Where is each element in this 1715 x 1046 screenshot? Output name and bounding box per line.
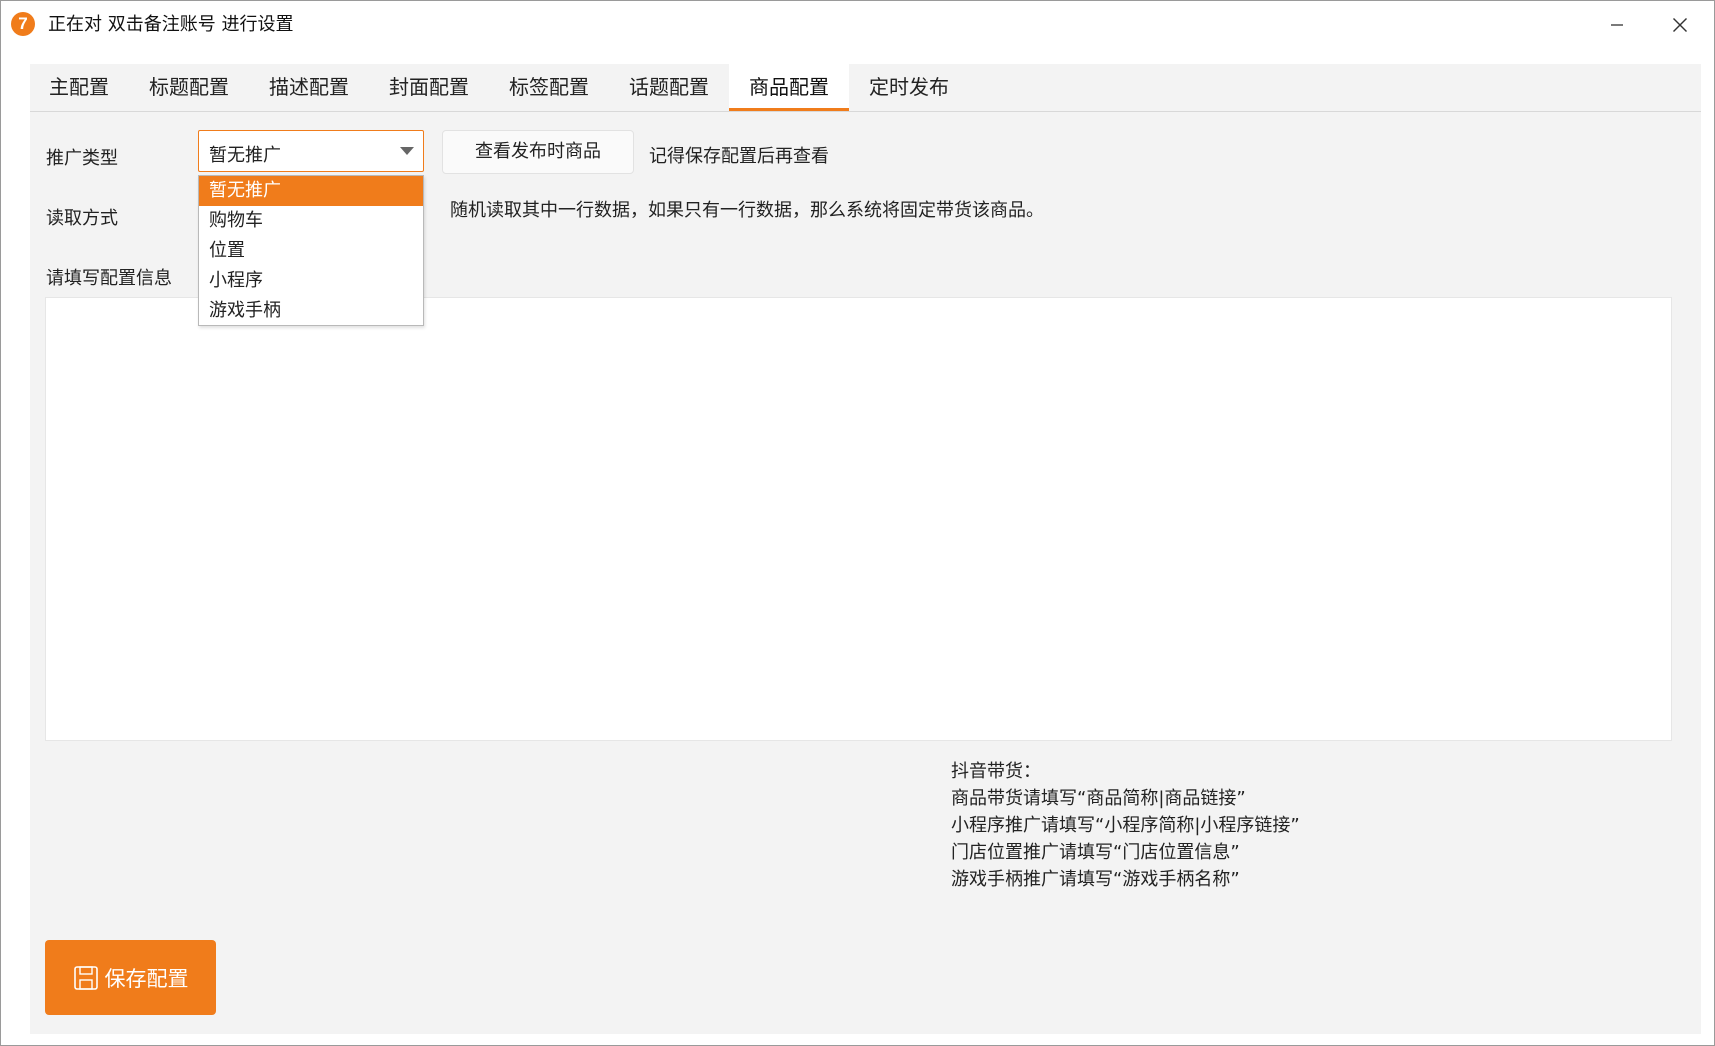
dropdown-option-gamepad[interactable]: 游戏手柄 <box>199 296 423 326</box>
tab-product-config[interactable]: 商品配置 <box>729 64 849 111</box>
save-config-label: 保存配置 <box>104 966 189 991</box>
close-button[interactable] <box>1657 8 1703 42</box>
dropdown-option-none[interactable]: 暂无推广 <box>199 176 423 206</box>
view-note: 记得保存配置后再查看 <box>649 146 829 167</box>
hint-line: 游戏手柄推广请填写“游戏手柄名称” <box>951 869 1240 890</box>
dropdown-option-location[interactable]: 位置 <box>199 236 423 266</box>
tab-cover-config[interactable]: 封面配置 <box>369 64 489 110</box>
config-info-label: 请填写配置信息 <box>46 268 172 289</box>
read-mode-label: 读取方式 <box>46 208 118 229</box>
tab-title-config[interactable]: 标题配置 <box>129 64 249 110</box>
tab-scheduled-publish[interactable]: 定时发布 <box>849 64 969 110</box>
minimize-icon <box>1611 24 1623 26</box>
window-title: 正在对 双击备注账号 进行设置 <box>48 14 294 35</box>
tab-description-config[interactable]: 描述配置 <box>249 64 369 110</box>
hint-text-block: 抖音带货： 商品带货请填写“商品简称|商品链接” 小程序推广请填写“小程序简称|… <box>951 758 1300 893</box>
hint-line: 抖音带货： <box>951 761 1041 782</box>
dropdown-option-cart[interactable]: 购物车 <box>199 206 423 236</box>
hint-line: 门店位置推广请填写“门店位置信息” <box>951 842 1240 863</box>
title-bar: 7 正在对 双击备注账号 进行设置 <box>0 0 1715 50</box>
dropdown-option-mini-program[interactable]: 小程序 <box>199 266 423 296</box>
tab-bar: 主配置 标题配置 描述配置 封面配置 标签配置 话题配置 商品配置 定时发布 <box>30 64 1701 112</box>
chevron-down-icon <box>400 147 414 155</box>
promo-type-label: 推广类型 <box>46 148 118 169</box>
hint-line: 商品带货请填写“商品简称|商品链接” <box>951 788 1246 809</box>
app-logo-icon: 7 <box>11 12 35 36</box>
close-icon <box>1673 18 1687 32</box>
minimize-button[interactable] <box>1594 8 1640 42</box>
promo-type-select[interactable]: 暂无推广 <box>198 130 424 172</box>
promo-type-dropdown: 暂无推广 购物车 位置 小程序 游戏手柄 <box>198 175 424 326</box>
hint-line: 小程序推广请填写“小程序简称|小程序链接” <box>951 815 1300 836</box>
promo-type-value: 暂无推广 <box>209 145 281 166</box>
view-publish-product-button[interactable]: 查看发布时商品 <box>442 130 634 174</box>
save-icon <box>73 965 98 990</box>
save-config-button[interactable]: 保存配置 <box>45 940 216 1015</box>
read-mode-note: 随机读取其中一行数据，如果只有一行数据，那么系统将固定带货该商品。 <box>450 200 1044 221</box>
tab-topic-config[interactable]: 话题配置 <box>609 64 729 110</box>
tab-main-config[interactable]: 主配置 <box>30 64 128 110</box>
settings-panel: 主配置 标题配置 描述配置 封面配置 标签配置 话题配置 商品配置 定时发布 推… <box>30 64 1701 1034</box>
config-info-textarea[interactable] <box>45 297 1672 741</box>
tab-tag-config[interactable]: 标签配置 <box>489 64 609 110</box>
